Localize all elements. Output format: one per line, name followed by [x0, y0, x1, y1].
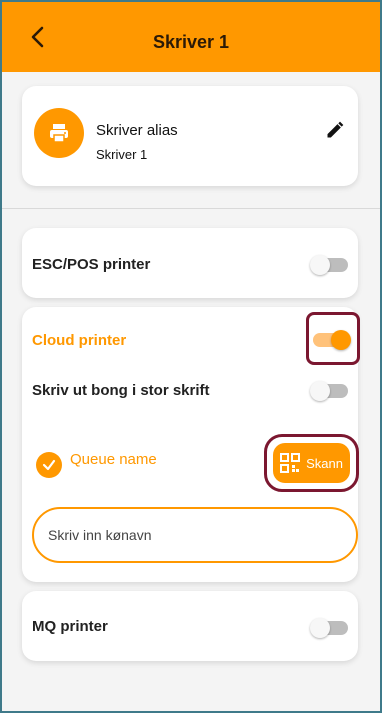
escpos-label: ESC/POS printer	[32, 256, 151, 273]
alias-card: Skriver alias Skriver 1	[22, 86, 358, 186]
scan-button[interactable]: Skann	[273, 443, 350, 483]
cloud-printer-card: Cloud printer Skriv ut bong i stor skrif…	[22, 307, 360, 582]
cloud-printer-toggle[interactable]	[313, 330, 351, 350]
edit-alias-button[interactable]	[324, 119, 346, 141]
qr-code-icon	[280, 453, 301, 473]
scan-label: Skann	[306, 455, 343, 471]
escpos-card: ESC/POS printer	[22, 228, 358, 298]
app-frame: Skriver 1 Skriver alias Skriver 1 ESC/PO…	[0, 0, 382, 713]
mq-printer-card: MQ printer	[22, 591, 358, 661]
section-divider	[2, 208, 380, 209]
alias-value: Skriver 1	[96, 147, 148, 162]
large-font-label: Skriv ut bong i stor skrift	[32, 382, 210, 399]
printer-icon	[34, 108, 84, 158]
cloud-printer-label: Cloud printer	[32, 332, 127, 349]
mq-printer-label: MQ printer	[32, 618, 108, 635]
pencil-icon	[327, 121, 344, 138]
app-header: Skriver 1	[2, 2, 380, 72]
escpos-toggle[interactable]	[310, 255, 348, 275]
mq-printer-toggle[interactable]	[310, 618, 348, 638]
queue-name-label: Queue name	[70, 451, 157, 468]
scan-button-highlight: Skann	[264, 434, 359, 492]
page-title: Skriver 1	[152, 32, 230, 52]
check-icon	[36, 452, 62, 478]
queue-name-input[interactable]	[32, 507, 358, 563]
alias-label: Skriver alias	[96, 122, 178, 139]
large-font-toggle[interactable]	[310, 381, 348, 401]
